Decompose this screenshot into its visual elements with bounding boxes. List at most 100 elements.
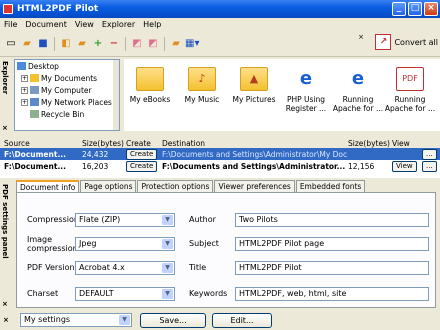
keywords-field[interactable]: HTML2PDF, web, html, site [235,287,429,301]
ie-icon: e [292,67,320,91]
more-button[interactable]: ... [422,148,437,160]
bottom-close-icon[interactable]: × [3,316,9,324]
compression-select[interactable]: Flate (ZIP) ▼ [75,213,175,227]
save-icon[interactable]: ■ [36,37,50,51]
table-row[interactable]: F:\Document... 24,432 Create F:\Document… [0,148,440,160]
add-icon[interactable]: + [91,37,105,51]
menu-file[interactable]: File [4,20,17,29]
keywords-label: Keywords [189,289,228,298]
expand-icon[interactable]: + [21,74,28,82]
row-source: F:\Document... [4,161,66,171]
expand-icon[interactable]: + [21,98,28,106]
edit-button[interactable]: Edit... [212,313,272,328]
remove-icon[interactable]: − [107,37,121,51]
title-field[interactable]: HTML2PDF Pilot [235,261,429,275]
minimize-button[interactable]: _ [392,2,406,16]
header-destination[interactable]: Destination [162,139,348,148]
app-icon [3,4,13,14]
tree-item-label: Desktop [28,61,59,71]
add-page-icon[interactable]: ◧ [59,37,73,51]
close-button[interactable]: × [424,2,438,16]
menu-explorer[interactable]: Explorer [102,20,135,29]
compression-value: Flate (ZIP) [79,215,121,224]
header-view[interactable]: View [392,139,422,148]
chevron-down-icon: ▼ [162,215,173,225]
explorer-side-tab: Explorer × [0,57,12,134]
settings-close-icon[interactable]: × [2,300,8,308]
subject-field[interactable]: HTML2PDF Pilot page [235,237,429,251]
explorer-close-icon[interactable]: × [2,124,8,132]
header-size[interactable]: Size(bytes) [82,139,126,148]
toolbar-separator [125,36,126,51]
folder-my-music[interactable]: ♪ My Music [176,59,228,131]
settings-side-tab: PDF settings panel × [0,180,12,310]
tree-item-my-network-places[interactable]: + My Network Places [15,96,119,108]
tab-viewer-preferences[interactable]: Viewer preferences [214,180,295,192]
toolbar-close-icon[interactable]: × [358,33,364,41]
image-compression-select[interactable]: Jpeg ▼ [75,237,175,251]
folder-my-ebooks[interactable]: My eBooks [124,59,176,131]
tree-scrollbar[interactable] [113,60,119,130]
header-create[interactable]: Create [126,139,162,148]
charset-select[interactable]: DEFAULT ▼ [75,287,175,301]
settings-tab-label: PDF settings panel [1,184,9,259]
new-document-icon[interactable]: ▭ [4,37,18,51]
folder-my-pictures[interactable]: ▲ My Pictures [228,59,280,131]
explorer-panel: Explorer × Desktop + My Documents + My C… [0,57,440,134]
music-folder-icon: ♪ [188,67,216,91]
convert-selected-icon[interactable]: ◩ [146,37,160,51]
more-button[interactable]: ... [422,160,437,172]
file-label: Running Apache for ... [332,95,384,113]
tab-protection-options[interactable]: Protection options [137,180,214,192]
tree-item-my-computer[interactable]: + My Computer [15,84,119,96]
view-options-icon[interactable]: ▦▾ [185,37,199,51]
menu-view[interactable]: View [75,20,94,29]
file-php-using-register[interactable]: e PHP Using Register ... [280,59,332,131]
row-destination: F:\Documents and Settings\Administrator\… [162,149,348,159]
table-header: Source Size(bytes) Create Destination Si… [0,138,440,148]
folder-settings-icon[interactable]: ▰ [169,37,183,51]
tab-embedded-fonts[interactable]: Embedded fonts [295,180,366,192]
file-running-apache-html[interactable]: e Running Apache for ... [332,59,384,131]
convert-all-button[interactable]: ↗ Convert all [375,34,438,50]
tree-item-desktop[interactable]: Desktop [15,60,119,72]
create-button[interactable]: Create [126,160,158,172]
open-folder-icon[interactable]: ▰ [20,37,34,51]
view-button[interactable]: View [392,160,417,172]
tab-document-info[interactable]: Document info [16,180,80,192]
image-compression-label: Image compression [27,235,78,253]
header-source[interactable]: Source [0,139,82,148]
save-button[interactable]: Save... [140,313,206,328]
tree-item-recycle-bin[interactable]: Recycle Bin [15,108,119,120]
convert-all-label: Convert all [394,37,438,47]
compression-label: Compression [27,215,79,224]
window-title: HTML2PDF Pilot [17,4,99,14]
pdf-icon: PDF [396,67,424,91]
tree-item-label: My Documents [41,73,98,83]
tab-page-options[interactable]: Page options [80,180,137,192]
folder-label: My Pictures [232,95,276,104]
create-button[interactable]: Create [126,148,158,160]
convert-icon[interactable]: ◩ [130,37,144,51]
tree-item-my-documents[interactable]: + My Documents [15,72,119,84]
add-folder-icon[interactable]: ▰ [75,37,89,51]
table-row[interactable]: F:\Document... 16,203 Create F:\Document… [0,160,440,172]
author-label: Author [189,215,216,224]
file-label: Running Apache for ... [384,95,436,113]
expand-icon[interactable]: + [21,86,28,94]
pdf-version-select[interactable]: Acrobat 4.x ▼ [75,261,175,275]
author-field[interactable]: Two Pilots [235,213,429,227]
maximize-button[interactable]: □ [408,2,422,16]
menu-help[interactable]: Help [143,20,161,29]
network-icon [30,98,39,106]
folder-tree[interactable]: Desktop + My Documents + My Computer + M… [14,59,120,131]
file-running-apache-pdf[interactable]: PDF Running Apache for ... [384,59,436,131]
recycle-bin-icon [30,110,39,118]
toolbar: ▭ ▰ ■ ◧ ▰ + − ◩ ◩ ▰ ▦▾ × ↗ Convert all [0,31,440,57]
settings-profile-select[interactable]: My settings ▼ [20,313,132,327]
menu-document[interactable]: Document [25,20,66,29]
desktop-icon [17,62,26,70]
pictures-folder-icon: ▲ [240,67,268,91]
header-dest-size[interactable]: Size(bytes) [348,139,392,148]
ie-icon: e [344,67,372,91]
